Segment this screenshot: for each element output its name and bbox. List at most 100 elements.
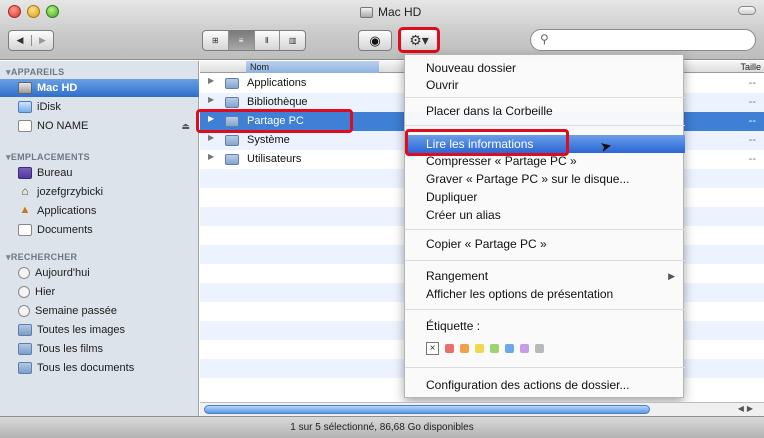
horizontal-scrollbar[interactable]: ◀▶ — [200, 402, 764, 416]
menu-item-nouveau-dossier[interactable]: Nouveau dossier — [405, 59, 685, 77]
disclosure-triangle-icon[interactable]: ▶ — [208, 95, 214, 104]
sidebar-item-tous-les-documents[interactable]: Tous les documents — [0, 359, 199, 377]
sidebar-item-label: Toutes les images — [37, 324, 126, 336]
label-none-icon[interactable]: × — [426, 342, 439, 355]
label-color-gray[interactable] — [535, 344, 544, 353]
menu-item-ouvrir[interactable]: Ouvrir — [405, 76, 685, 94]
sidebar-header-emplacements: EMPLACEMENTS — [6, 152, 90, 163]
label-color-purple[interactable] — [520, 344, 529, 353]
window-titlebar: Mac HD ◀ ▶ ⊞ ≡ Ⅱ ▥ ◉ ⚙▾ ⚲ — [0, 0, 764, 60]
window-title: Mac HD — [360, 4, 421, 20]
menu-item-copier[interactable]: Copier « Partage PC » — [405, 235, 685, 253]
minimize-window-button[interactable] — [27, 5, 40, 18]
view-mode-buttons: ⊞ ≡ Ⅱ ▥ — [202, 30, 306, 51]
folder-icon — [225, 97, 239, 108]
search-field[interactable]: ⚲ — [530, 29, 756, 51]
column-header-size[interactable]: Taille — [740, 61, 761, 73]
file-name: Bibliothèque — [247, 96, 308, 108]
sidebar-item-aujourdhui[interactable]: Aujourd'hui — [0, 264, 199, 282]
sidebar-item-home[interactable]: ⌂ jozefgrzybicki — [0, 183, 199, 201]
eject-icon[interactable]: ⏏ — [181, 121, 190, 132]
disclosure-triangle-icon[interactable]: ▶ — [208, 76, 214, 85]
sidebar-item-label: jozefgrzybicki — [37, 186, 104, 198]
label-color-yellow[interactable] — [475, 344, 484, 353]
smart-folder-icon — [18, 362, 32, 374]
menu-separator — [405, 309, 685, 310]
sidebar: APPAREILS Mac HD iDisk NO NAME ⏏ EMPLACE… — [0, 61, 199, 416]
sidebar-item-label: Aujourd'hui — [35, 267, 90, 279]
sidebar-item-idisk[interactable]: iDisk — [0, 98, 199, 116]
menu-item-dupliquer[interactable]: Dupliquer — [405, 188, 685, 206]
file-size: -- — [748, 96, 756, 108]
menu-item-placer-corbeille[interactable]: Placer dans la Corbeille — [405, 102, 685, 120]
toolbar-toggle-button[interactable] — [738, 6, 756, 15]
sidebar-item-label: Hier — [35, 286, 56, 298]
sidebar-item-label: Semaine passée — [35, 305, 117, 317]
disclosure-triangle-icon[interactable]: ▶ — [208, 152, 214, 161]
clock-icon — [18, 267, 30, 279]
sidebar-item-label: Applications — [37, 205, 97, 217]
menu-separator — [405, 97, 685, 98]
disclosure-triangle-icon[interactable]: ▶ — [208, 133, 214, 142]
menu-item-etiquette: Étiquette : — [426, 319, 481, 333]
gear-icon: ⚙▾ — [409, 31, 429, 48]
hard-disk-icon — [18, 82, 32, 94]
home-icon: ⌂ — [21, 184, 29, 198]
menu-item-options-presentation[interactable]: Afficher les options de présentation — [405, 285, 685, 303]
folder-icon — [225, 78, 239, 89]
column-view-icon[interactable]: Ⅱ — [253, 31, 280, 50]
sidebar-item-label: Mac HD — [37, 82, 78, 94]
action-context-menu: Nouveau dossier Ouvrir Placer dans la Co… — [404, 54, 685, 398]
drive-icon — [18, 120, 32, 132]
sidebar-item-bureau[interactable]: Bureau — [0, 164, 199, 182]
list-view-icon[interactable]: ≡ — [227, 31, 254, 50]
file-name: Applications — [247, 77, 307, 89]
menu-item-configuration-actions[interactable]: Configuration des actions de dossier... — [405, 376, 685, 394]
window-title-text: Mac HD — [378, 5, 422, 19]
sidebar-item-documents[interactable]: Documents — [0, 221, 199, 239]
menu-item-rangement[interactable]: Rangement ▶ — [405, 267, 685, 285]
file-name: Système — [247, 134, 290, 146]
sidebar-header-rechercher: RECHERCHER — [6, 252, 77, 263]
label-color-blue[interactable] — [505, 344, 514, 353]
smart-folder-icon — [18, 324, 32, 336]
sidebar-item-toutes-les-images[interactable]: Toutes les images — [0, 321, 199, 339]
sidebar-item-label: iDisk — [37, 101, 61, 113]
label-color-orange[interactable] — [460, 344, 469, 353]
idisk-icon — [18, 101, 32, 113]
scrollbar-thumb[interactable] — [204, 405, 650, 414]
file-size: -- — [748, 153, 756, 165]
applications-icon: ▲ — [19, 204, 31, 216]
scroll-arrows-icon[interactable]: ◀▶ — [738, 404, 756, 413]
forward-arrow-icon[interactable]: ▶ — [31, 35, 53, 46]
sidebar-item-label: Tous les films — [37, 343, 104, 355]
coverflow-view-icon[interactable]: ▥ — [279, 31, 305, 50]
back-forward-buttons: ◀ ▶ — [8, 30, 54, 51]
icon-view-icon[interactable]: ⊞ — [203, 31, 228, 50]
zoom-window-button[interactable] — [46, 5, 59, 18]
sidebar-item-label: Bureau — [37, 167, 73, 179]
hard-disk-icon — [360, 6, 373, 18]
file-size: -- — [748, 115, 756, 127]
sidebar-item-applications[interactable]: ▲ Applications — [0, 202, 199, 220]
quick-look-button[interactable]: ◉ — [358, 30, 392, 51]
menu-item-graver[interactable]: Graver « Partage PC » sur le disque... — [405, 170, 685, 188]
submenu-arrow-icon: ▶ — [668, 271, 675, 281]
close-window-button[interactable] — [8, 5, 21, 18]
label-color-picker: × — [426, 342, 544, 355]
back-arrow-icon[interactable]: ◀ — [9, 35, 31, 46]
sidebar-item-mac-hd[interactable]: Mac HD — [0, 79, 199, 97]
sidebar-item-tous-les-films[interactable]: Tous les films — [0, 340, 199, 358]
clock-icon — [18, 286, 30, 298]
action-gear-button[interactable]: ⚙▾ — [398, 27, 440, 53]
annotation-highlight-partage-pc — [196, 109, 353, 133]
sidebar-item-no-name[interactable]: NO NAME ⏏ — [0, 117, 199, 135]
menu-item-creer-alias[interactable]: Créer un alias — [405, 206, 685, 224]
label-color-green[interactable] — [490, 344, 499, 353]
sidebar-item-semaine-passee[interactable]: Semaine passée — [0, 302, 199, 320]
file-size: -- — [748, 77, 756, 89]
column-header-name[interactable]: Nom — [246, 61, 380, 73]
label-color-red[interactable] — [445, 344, 454, 353]
search-icon: ⚲ — [540, 32, 549, 46]
sidebar-item-hier[interactable]: Hier — [0, 283, 199, 301]
